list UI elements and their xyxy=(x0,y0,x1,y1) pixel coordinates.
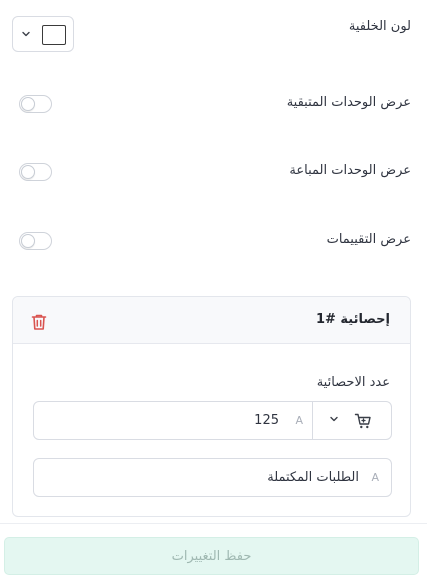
save-changes-button[interactable]: حفظ التغييرات xyxy=(4,537,419,575)
statistic-count-field: A 125 xyxy=(33,401,392,440)
chevron-down-icon xyxy=(22,31,30,37)
cart-icon[interactable] xyxy=(353,411,373,431)
toggle-label-remaining-units: عرض الوحدات المتبقية xyxy=(286,95,411,110)
statistic-count-input[interactable]: 125 xyxy=(254,413,279,428)
statistic-count-label: عدد الاحصائية xyxy=(316,375,390,390)
toggle-knob xyxy=(21,165,35,179)
statistic-card-header: إحصائية #1 xyxy=(13,297,410,344)
color-swatch xyxy=(42,25,66,45)
background-color-picker[interactable] xyxy=(12,16,74,52)
statistic-name-input[interactable]: الطلبات المكتملة xyxy=(267,470,359,485)
toggle-ratings[interactable] xyxy=(19,232,52,250)
footer-divider xyxy=(0,523,427,524)
statistic-card-title: إحصائية #1 xyxy=(315,312,390,327)
field-divider xyxy=(312,402,313,439)
background-color-label: لون الخلفية xyxy=(348,19,411,34)
language-icon: A xyxy=(371,471,379,484)
toggle-knob xyxy=(21,97,35,111)
toggle-sold-units[interactable] xyxy=(19,163,52,181)
toggle-label-sold-units: عرض الوحدات المباعة xyxy=(289,163,411,178)
statistic-name-field[interactable]: A الطلبات المكتملة xyxy=(33,458,392,497)
toggle-label-ratings: عرض التقييمات xyxy=(326,232,411,247)
trash-icon[interactable] xyxy=(29,312,49,332)
toggle-knob xyxy=(21,234,35,248)
toggle-remaining-units[interactable] xyxy=(19,95,52,113)
statistic-card: إحصائية #1 عدد الاحصائية A 125 A الطلبات… xyxy=(12,296,411,517)
chevron-down-icon[interactable] xyxy=(329,414,339,424)
language-icon: A xyxy=(295,414,303,427)
